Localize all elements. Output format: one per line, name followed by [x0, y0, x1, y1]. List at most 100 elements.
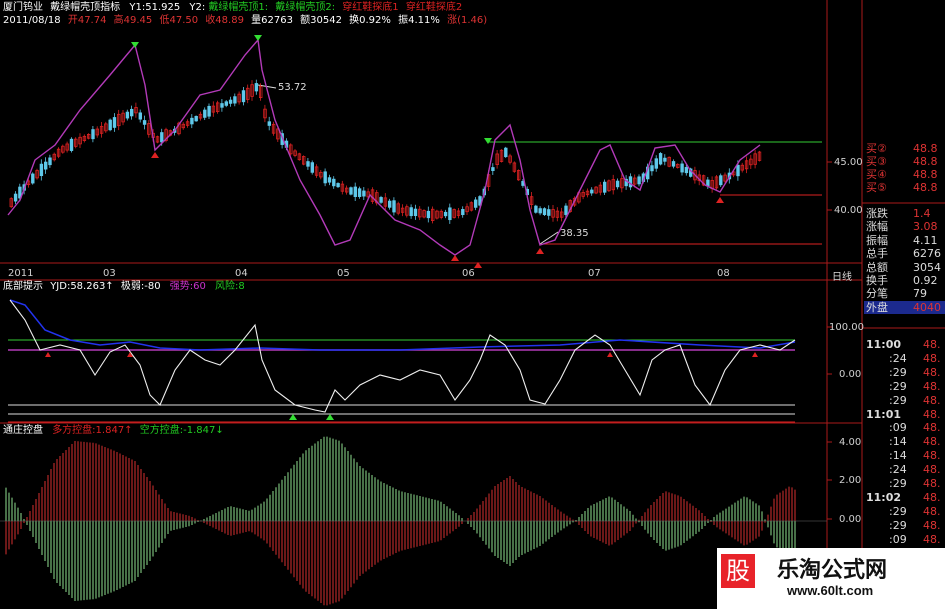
- indicator1-risk: 风险:8: [215, 281, 245, 292]
- date-axis-04: 04: [235, 268, 248, 279]
- candle-body: [241, 90, 246, 103]
- candle-body: [233, 96, 237, 104]
- candle-body: [13, 193, 18, 202]
- tick-time: :24: [889, 351, 907, 365]
- candle-body: [207, 105, 211, 117]
- stats-label: 总手: [866, 247, 888, 261]
- candle-body: [332, 178, 336, 187]
- tick-time: :29: [889, 379, 907, 393]
- candle-body: [129, 108, 134, 117]
- bottom-signal-marker: [151, 152, 159, 158]
- purple-signal-line: [7, 38, 761, 256]
- peak-price-label: 53.72: [278, 82, 307, 93]
- candle-body: [448, 207, 452, 221]
- tick-time: :29: [889, 518, 907, 532]
- tick-price: 48.: [923, 393, 941, 407]
- watermark-logo: 股: [721, 554, 755, 588]
- tick-time: :24: [889, 463, 907, 477]
- watermark-url: www.60lt.com: [787, 583, 874, 598]
- bottom-hint-marker: [326, 414, 334, 420]
- candle-body: [112, 117, 117, 128]
- candle-body: [504, 147, 508, 158]
- stock-chart[interactable]: [0, 0, 945, 609]
- tick-time: 11:00: [866, 338, 902, 351]
- order-book-price[interactable]: 48.8: [913, 168, 938, 181]
- indicator1-axis-100: 100.00: [829, 322, 864, 333]
- bottom-signal-marker: [536, 248, 544, 254]
- order-book-price[interactable]: 48.8: [913, 142, 938, 155]
- candle-body: [671, 161, 676, 167]
- candle-body: [654, 158, 658, 169]
- tick-time: :14: [889, 449, 907, 463]
- stats-value: 3.08: [913, 220, 938, 234]
- strong-hint-marker: [45, 352, 51, 357]
- candle-body: [224, 101, 228, 106]
- tick-price: 48.: [923, 421, 941, 435]
- order-book-label: 买③: [866, 155, 887, 168]
- candle-body: [663, 157, 667, 162]
- candle-body: [362, 190, 366, 197]
- tick-price: 48.: [923, 407, 941, 421]
- price-axis-40: 40.00: [834, 205, 863, 216]
- tick-price: 48.: [923, 532, 941, 546]
- bottom-signal-marker: [716, 197, 724, 203]
- candle-body: [306, 161, 310, 167]
- indicator2-axis-0: 0.00: [839, 514, 862, 525]
- candle-body: [194, 115, 198, 122]
- date-axis-07: 07: [588, 268, 601, 279]
- candle-body: [336, 183, 340, 188]
- top-signal-marker: [254, 35, 262, 41]
- candle-body: [680, 163, 684, 173]
- candle-body: [413, 208, 418, 217]
- candle-body: [327, 177, 332, 183]
- order-book-price[interactable]: 48.8: [913, 181, 938, 194]
- indicator1-strong: 强势:60: [169, 281, 206, 292]
- order-book-price[interactable]: 48.8: [913, 155, 938, 168]
- indicator2-bear: 空方控盘:-1.847↓: [139, 425, 224, 436]
- indicator1-axis-0: 0.00: [839, 369, 862, 380]
- stats-label: 外盘: [866, 300, 888, 314]
- tick-time: :29: [889, 477, 907, 490]
- date-axis-05: 05: [337, 268, 350, 279]
- indicator1-yjd: YJD:58.263↑: [50, 281, 114, 292]
- candle-body: [564, 205, 568, 215]
- stats-label: 涨幅: [866, 220, 888, 234]
- candle-body: [547, 209, 551, 216]
- tick-price: 48.: [923, 490, 941, 504]
- order-book-label: 买②: [866, 142, 887, 155]
- top-signal-marker: [484, 138, 492, 144]
- tick-price: 48.: [923, 518, 941, 532]
- candle-body: [387, 200, 392, 208]
- bottom-hint-marker: [289, 414, 297, 420]
- candle-body: [684, 167, 689, 174]
- tick-price: 48.: [923, 338, 941, 351]
- tick-time: :29: [889, 393, 907, 407]
- candle-body: [138, 112, 142, 120]
- indicator1-title[interactable]: 底部提示: [3, 281, 43, 292]
- candle-body: [323, 171, 327, 184]
- trough-price-label: 38.35: [560, 228, 589, 239]
- stats-label: 涨跌: [866, 207, 888, 220]
- tick-time: 11:02: [866, 490, 902, 504]
- price-axis-45: 45.00: [834, 157, 863, 168]
- candle-body: [220, 103, 224, 108]
- tick-price: 48.: [923, 351, 941, 365]
- tick-price: 48.: [923, 449, 941, 463]
- candle-body: [538, 208, 542, 214]
- blue-signal-line: [9, 299, 796, 351]
- candle-body: [443, 211, 448, 217]
- candle-body: [706, 179, 710, 187]
- tick-price: 48.: [923, 477, 941, 490]
- indicator2-bull: 多方控盘:1.847↑: [52, 425, 133, 436]
- candle-body: [353, 186, 357, 197]
- tick-price: 48.: [923, 379, 941, 393]
- indicator2-title[interactable]: 通庄控盘: [3, 425, 43, 436]
- tick-time: :29: [889, 504, 907, 518]
- candle-body: [91, 129, 95, 140]
- candle-body: [108, 119, 112, 131]
- tick-time: 11:01: [866, 407, 902, 421]
- candle-body: [125, 111, 130, 119]
- candle-body: [160, 132, 164, 143]
- stats-label: 振幅: [866, 233, 888, 247]
- period-label[interactable]: 日线: [832, 268, 852, 283]
